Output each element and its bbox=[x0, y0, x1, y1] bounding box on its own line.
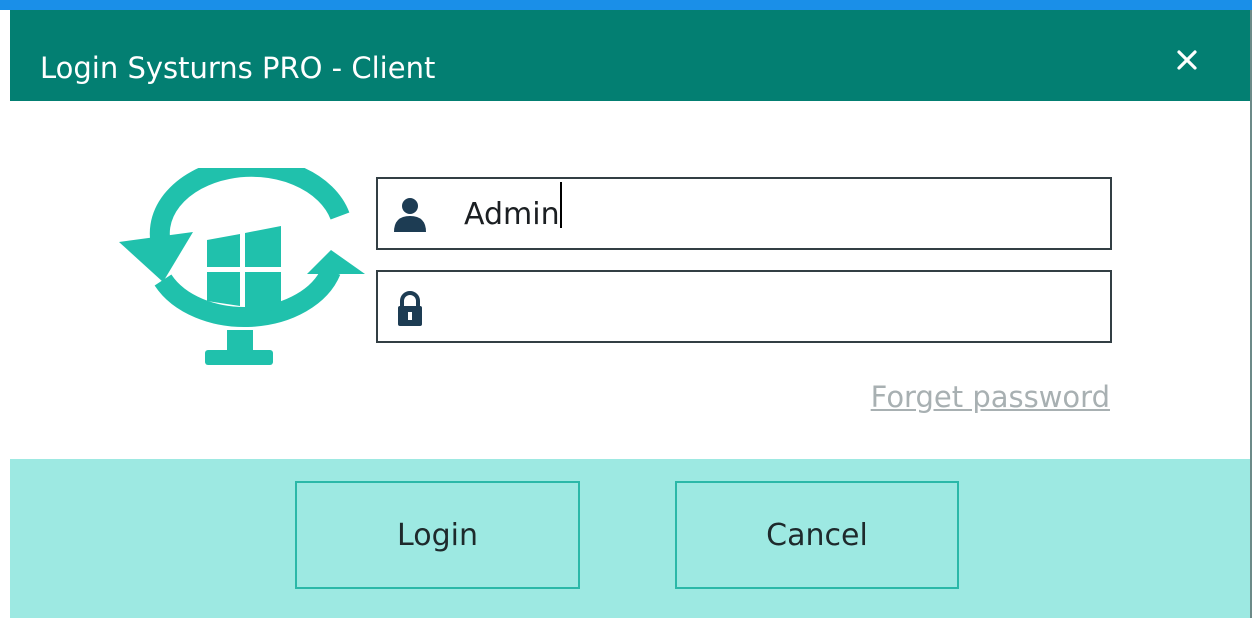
password-input[interactable] bbox=[464, 282, 1094, 332]
login-button[interactable]: Login bbox=[295, 481, 580, 589]
windows-sync-monitor-logo-icon bbox=[119, 156, 365, 365]
cancel-button[interactable]: Cancel bbox=[675, 481, 959, 589]
forget-password-link[interactable]: Forget password bbox=[871, 380, 1110, 414]
lock-icon bbox=[398, 291, 422, 326]
screen: Login Systurns PRO - Client Admin Forget… bbox=[0, 0, 1252, 618]
text-cursor bbox=[560, 182, 562, 228]
dialog-footer: Login Cancel bbox=[10, 459, 1250, 618]
login-dialog: Login Systurns PRO - Client Admin Forget… bbox=[10, 10, 1252, 618]
username-field[interactable] bbox=[376, 177, 1112, 250]
close-button[interactable] bbox=[1165, 38, 1209, 82]
app-logo bbox=[115, 156, 365, 373]
window-top-strip bbox=[0, 0, 1252, 10]
user-icon bbox=[394, 198, 426, 232]
window-title: Login Systurns PRO - Client bbox=[40, 51, 436, 85]
password-field[interactable] bbox=[376, 270, 1112, 343]
username-input[interactable] bbox=[464, 189, 1094, 239]
close-icon bbox=[1177, 50, 1197, 70]
title-bar[interactable]: Login Systurns PRO - Client bbox=[10, 10, 1250, 101]
